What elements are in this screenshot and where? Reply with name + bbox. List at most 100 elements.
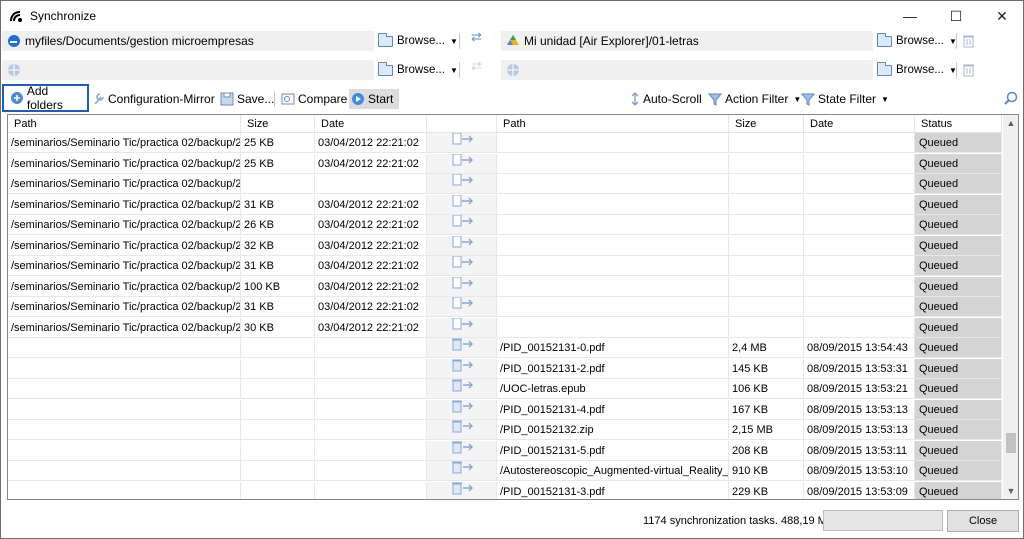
delete-file-arrow-icon — [450, 359, 476, 378]
browse-label: Browse... — [397, 64, 445, 76]
save-button[interactable]: Save... — [220, 89, 274, 109]
target-browse-button-2[interactable]: Browse... ▼ — [877, 60, 957, 80]
source-date-cell — [315, 440, 427, 461]
table-row[interactable]: /PID_00152131-0.pdf 2,4 MB 08/09/2015 13:5… — [8, 338, 1002, 358]
table-row[interactable]: /UOC-letras.epub 106 KB 08/09/2015 13:53:2… — [8, 379, 1002, 399]
source-size-cell: 31 KB — [241, 256, 315, 276]
source-date-cell: 03/04/2012 22:21:02 — [315, 215, 427, 235]
add-folders-button[interactable]: Add folders — [2, 84, 89, 112]
target-browse-button-1[interactable]: Browse... ▼ — [877, 31, 957, 51]
column-header[interactable]: Path — [8, 115, 241, 133]
action-cell — [427, 461, 497, 481]
maximize-button[interactable]: ☐ — [933, 1, 979, 31]
progress-bar — [823, 510, 943, 531]
source-size-cell: 32 KB — [241, 235, 315, 256]
table-header: Path Size Date Path Size Date Status — [8, 115, 1002, 133]
column-header[interactable]: Size — [241, 115, 315, 133]
status-cell: Queued — [915, 399, 1002, 420]
table-row[interactable]: /seminarios/Seminario Tic/practica 02/ba… — [8, 276, 1002, 297]
table-row[interactable]: /seminarios/Seminario Tic/practica 02/ba… — [8, 317, 1002, 338]
table-row[interactable]: /PID_00152131-2.pdf 145 KB 08/09/2015 13:5… — [8, 358, 1002, 379]
source-browse-button-1[interactable]: Browse... ▼ — [378, 31, 458, 51]
table-row[interactable]: /seminarios/Seminario Tic/practica 02/ba… — [8, 256, 1002, 276]
start-button[interactable]: Start — [349, 89, 400, 109]
target-path-field-1[interactable]: Mi unidad [Air Explorer]/01-letras — [501, 31, 873, 51]
source-path-cell: /seminarios/Seminario Tic/practica 02/ba… — [8, 215, 241, 235]
source-browse-button-2[interactable]: Browse... ▼ — [378, 60, 458, 80]
table-row[interactable]: /seminarios/Seminario Tic/practica 02/ba… — [8, 235, 1002, 256]
source-size-cell — [241, 420, 315, 440]
state-filter-dropdown[interactable]: State Filter ▼ — [801, 89, 889, 109]
source-date-cell: 03/04/2012 22:21:02 — [315, 256, 427, 276]
table-row[interactable]: /seminarios/Seminario Tic/practica 02/ba… — [8, 215, 1002, 235]
column-header[interactable]: Date — [315, 115, 427, 133]
table-row[interactable]: /PID_00152131-5.pdf 208 KB 08/09/2015 13:5… — [8, 440, 1002, 461]
swap-direction-icon[interactable]: ⇄ — [471, 59, 491, 78]
source-size-cell: 25 KB — [241, 153, 315, 174]
minimize-button[interactable]: — — [887, 1, 933, 31]
chevron-down-icon: ▼ — [449, 36, 458, 46]
target-size-cell — [729, 235, 804, 256]
close-button[interactable]: Close — [947, 510, 1019, 532]
table-row[interactable]: /seminarios/Seminario Tic/practica 02/ba… — [8, 153, 1002, 174]
source-size-cell — [241, 379, 315, 399]
divider — [956, 33, 957, 49]
swap-direction-icon[interactable]: ⇄ — [471, 30, 491, 49]
configuration-button[interactable]: Configuration-Mirror — [93, 89, 215, 109]
trash-icon[interactable] — [963, 63, 974, 77]
sync-task-table[interactable]: Path Size Date Path Size Date Status /se… — [7, 114, 1019, 500]
table-row[interactable]: /seminarios/Seminario Tic/practica 02/ba… — [8, 174, 1002, 194]
target-path-cell — [497, 235, 729, 256]
table-row[interactable]: /seminarios/Seminario Tic/practica 02/ba… — [8, 133, 1002, 153]
action-cell — [427, 338, 497, 358]
target-date-cell — [804, 256, 915, 276]
source-date-cell — [315, 420, 427, 440]
source-size-cell — [241, 481, 315, 499]
source-path-cell — [8, 440, 241, 461]
source-path-field-2[interactable] — [2, 60, 374, 80]
source-size-cell: 25 KB — [241, 133, 315, 153]
chevron-down-icon: ▼ — [449, 65, 458, 75]
scroll-down-icon[interactable]: ▼ — [1003, 483, 1018, 499]
add-circle-icon — [10, 92, 23, 104]
source-path-cell: /seminarios/Seminario Tic/practica 02/ba… — [8, 297, 241, 317]
folder-icon — [378, 61, 393, 76]
table-row[interactable]: /seminarios/Seminario Tic/practica 02/ba… — [8, 194, 1002, 215]
source-date-cell: 03/04/2012 22:21:02 — [315, 194, 427, 215]
target-date-cell: 08/09/2015 13:53:11 — [804, 440, 915, 461]
target-path-cell — [497, 256, 729, 276]
scrollbar-thumb[interactable] — [1006, 433, 1016, 453]
target-path-field-2[interactable] — [501, 60, 873, 80]
column-header[interactable]: Path — [497, 115, 729, 133]
source-path-cell: /seminarios/Seminario Tic/practica 02/ba… — [8, 317, 241, 338]
source-path-cell: /seminarios/Seminario Tic/practica 02/ba… — [8, 174, 241, 194]
action-filter-dropdown[interactable]: Action Filter ▼ — [708, 89, 801, 109]
target-size-cell — [729, 297, 804, 317]
table-row[interactable]: /PID_00152131-3.pdf 229 KB 08/09/2015 13:5… — [8, 481, 1002, 499]
table-row[interactable]: /PID_00152132.zip 2,15 MB 08/09/2015 13:53… — [8, 420, 1002, 440]
target-date-cell — [804, 215, 915, 235]
column-header[interactable]: Size — [729, 115, 804, 133]
column-header[interactable] — [427, 115, 497, 133]
vertical-scrollbar[interactable]: ▲ ▼ — [1003, 115, 1018, 499]
source-date-cell — [315, 358, 427, 379]
column-header[interactable]: Date — [804, 115, 915, 133]
compare-button[interactable]: Compare — [281, 89, 347, 109]
auto-scroll-toggle[interactable]: Auto-Scroll — [630, 89, 702, 109]
target-path-cell — [497, 174, 729, 194]
search-icon[interactable] — [1004, 91, 1018, 105]
target-path-cell — [497, 153, 729, 174]
column-header[interactable]: Status — [915, 115, 1002, 133]
table-row[interactable]: /seminarios/Seminario Tic/practica 02/ba… — [8, 297, 1002, 317]
target-size-cell: 910 KB — [729, 461, 804, 481]
scroll-up-icon[interactable]: ▲ — [1003, 115, 1018, 131]
close-window-button[interactable]: ✕ — [979, 1, 1024, 31]
target-size-cell: 2,15 MB — [729, 420, 804, 440]
source-path-field-1[interactable]: myfiles/Documents/gestion microempresas — [2, 31, 374, 51]
trash-icon[interactable] — [963, 34, 974, 48]
status-cell: Queued — [915, 379, 1002, 399]
table-row[interactable]: /Autostereoscopic_Augmented-virtual_Real… — [8, 461, 1002, 481]
source-date-cell: 03/04/2012 22:21:02 — [315, 153, 427, 174]
table-row[interactable]: /PID_00152131-4.pdf 167 KB 08/09/2015 13:5… — [8, 399, 1002, 420]
source-date-cell — [315, 481, 427, 499]
